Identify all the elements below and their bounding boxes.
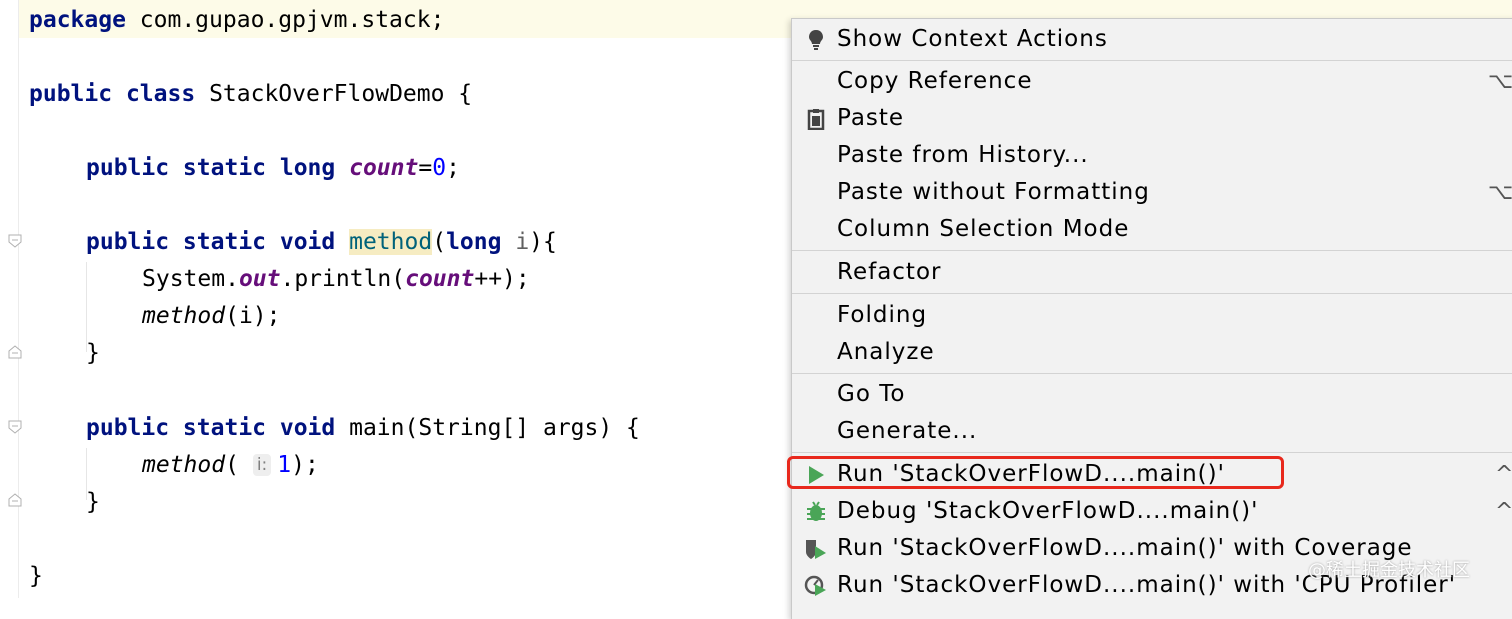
- semicolon: ;: [446, 155, 460, 181]
- method-call: method: [142, 452, 226, 478]
- menu-item-label: Paste: [837, 105, 905, 131]
- system-class: System.: [142, 266, 239, 292]
- context-menu: Show Context Actions Copy Reference ⌥ Pa…: [791, 18, 1512, 619]
- code-line-close-brace[interactable]: }: [86, 335, 100, 371]
- operator: =: [418, 155, 433, 181]
- keyword: public static void: [86, 229, 336, 255]
- code-line-close-brace[interactable]: }: [29, 558, 43, 594]
- run-item-highlight-box: [787, 456, 1284, 489]
- paren: (: [432, 229, 447, 255]
- menu-separator: [792, 60, 1512, 61]
- menu-item-shortcut: ⌥: [1488, 69, 1512, 94]
- keyword: public: [29, 81, 113, 107]
- brace: }: [29, 563, 43, 589]
- fold-open-icon[interactable]: [8, 420, 22, 434]
- clipboard-icon: [807, 109, 825, 130]
- menu-item-debug-main[interactable]: Debug 'StackOverFlowD....main()' ^: [792, 493, 1512, 530]
- class-name: StackOverFlowDemo {: [209, 81, 473, 107]
- parameter-hint: i:: [252, 454, 272, 476]
- menu-item-label: Folding: [837, 302, 928, 328]
- watermark: @稀土掘金技术社区: [1308, 560, 1470, 581]
- menu-item-show-context-actions[interactable]: Show Context Actions: [792, 21, 1512, 58]
- menu-separator: [792, 293, 1512, 294]
- number-literal: 1: [277, 452, 292, 478]
- code-line-close-brace[interactable]: }: [86, 484, 100, 520]
- keyword: long: [446, 229, 502, 255]
- menu-item-go-to[interactable]: Go To: [792, 376, 1512, 413]
- field-name: count: [349, 155, 419, 181]
- profiler-icon: [804, 575, 826, 596]
- menu-item-generate[interactable]: Generate...: [792, 413, 1512, 450]
- menu-separator: [792, 373, 1512, 374]
- code-line-main-call[interactable]: method( i: 1);: [142, 447, 319, 483]
- package-name: com.gupao.gpjvm.stack;: [139, 7, 445, 33]
- increment: ++);: [474, 266, 530, 292]
- brace: }: [86, 340, 100, 366]
- menu-item-folding[interactable]: Folding: [792, 297, 1512, 334]
- menu-item-paste[interactable]: Paste: [792, 100, 1512, 137]
- main-signature: main(String[] args) {: [349, 415, 640, 441]
- call-args: (i);: [225, 303, 281, 329]
- debug-icon: [807, 501, 825, 521]
- menu-item-column-selection-mode[interactable]: Column Selection Mode: [792, 211, 1512, 248]
- menu-item-shortcut: ^: [1495, 499, 1512, 524]
- fold-close-icon[interactable]: [8, 493, 22, 507]
- code-line-println[interactable]: System.out.println(count++);: [142, 261, 530, 297]
- field-name: count: [405, 266, 475, 292]
- menu-item-label: Paste from History...: [837, 142, 1089, 168]
- println-call: .println(: [280, 266, 406, 292]
- method-name-highlighted: method: [349, 229, 433, 255]
- menu-item-label: Generate...: [837, 418, 978, 444]
- code-line-class[interactable]: public class StackOverFlowDemo {: [29, 76, 472, 112]
- editor-gutter[interactable]: [0, 0, 19, 598]
- lightbulb-icon: [809, 30, 823, 50]
- menu-item-label: Copy Reference: [837, 68, 1033, 94]
- keyword: public static void: [86, 415, 336, 441]
- menu-item-shortcut: ⌥: [1488, 180, 1512, 205]
- keyword: public static long: [86, 155, 336, 181]
- menu-item-label: Refactor: [837, 259, 942, 285]
- brace: ){: [529, 229, 557, 255]
- menu-item-analyze[interactable]: Analyze: [792, 334, 1512, 371]
- method-call: method: [142, 303, 226, 329]
- brace: }: [86, 489, 100, 515]
- code-line-field[interactable]: public static long count=0;: [86, 150, 460, 186]
- menu-item-paste-from-history[interactable]: Paste from History...: [792, 137, 1512, 174]
- coverage-icon: [806, 540, 826, 559]
- code-line-recursive-call[interactable]: method(i);: [142, 298, 280, 334]
- menu-separator: [792, 452, 1512, 453]
- menu-item-refactor[interactable]: Refactor: [792, 254, 1512, 291]
- keyword: package: [29, 7, 126, 33]
- menu-item-label: Go To: [837, 381, 906, 407]
- menu-item-paste-without-formatting[interactable]: Paste without Formatting ⌥: [792, 174, 1512, 211]
- fold-open-icon[interactable]: [8, 234, 22, 248]
- number-literal: 0: [432, 155, 447, 181]
- paren: (: [225, 452, 239, 478]
- code-line-main-decl[interactable]: public static void main(String[] args) {: [86, 410, 640, 446]
- keyword: class: [125, 81, 196, 107]
- menu-item-label: Show Context Actions: [837, 26, 1108, 52]
- code-line-method-decl[interactable]: public static void method(long i){: [86, 224, 557, 260]
- paren: );: [291, 452, 319, 478]
- menu-separator: [792, 250, 1512, 251]
- menu-item-label: Paste without Formatting: [837, 179, 1150, 205]
- param-name: i: [515, 229, 530, 255]
- menu-item-label: Analyze: [837, 339, 935, 365]
- static-field: out: [238, 266, 281, 292]
- fold-close-icon[interactable]: [8, 345, 22, 359]
- menu-item-copy-reference[interactable]: Copy Reference ⌥: [792, 63, 1512, 100]
- code-line-package[interactable]: package com.gupao.gpjvm.stack;: [29, 2, 444, 38]
- menu-item-label: Column Selection Mode: [837, 216, 1130, 242]
- menu-item-label: Debug 'StackOverFlowD....main()': [837, 498, 1259, 524]
- menu-item-shortcut: ^: [1495, 462, 1512, 487]
